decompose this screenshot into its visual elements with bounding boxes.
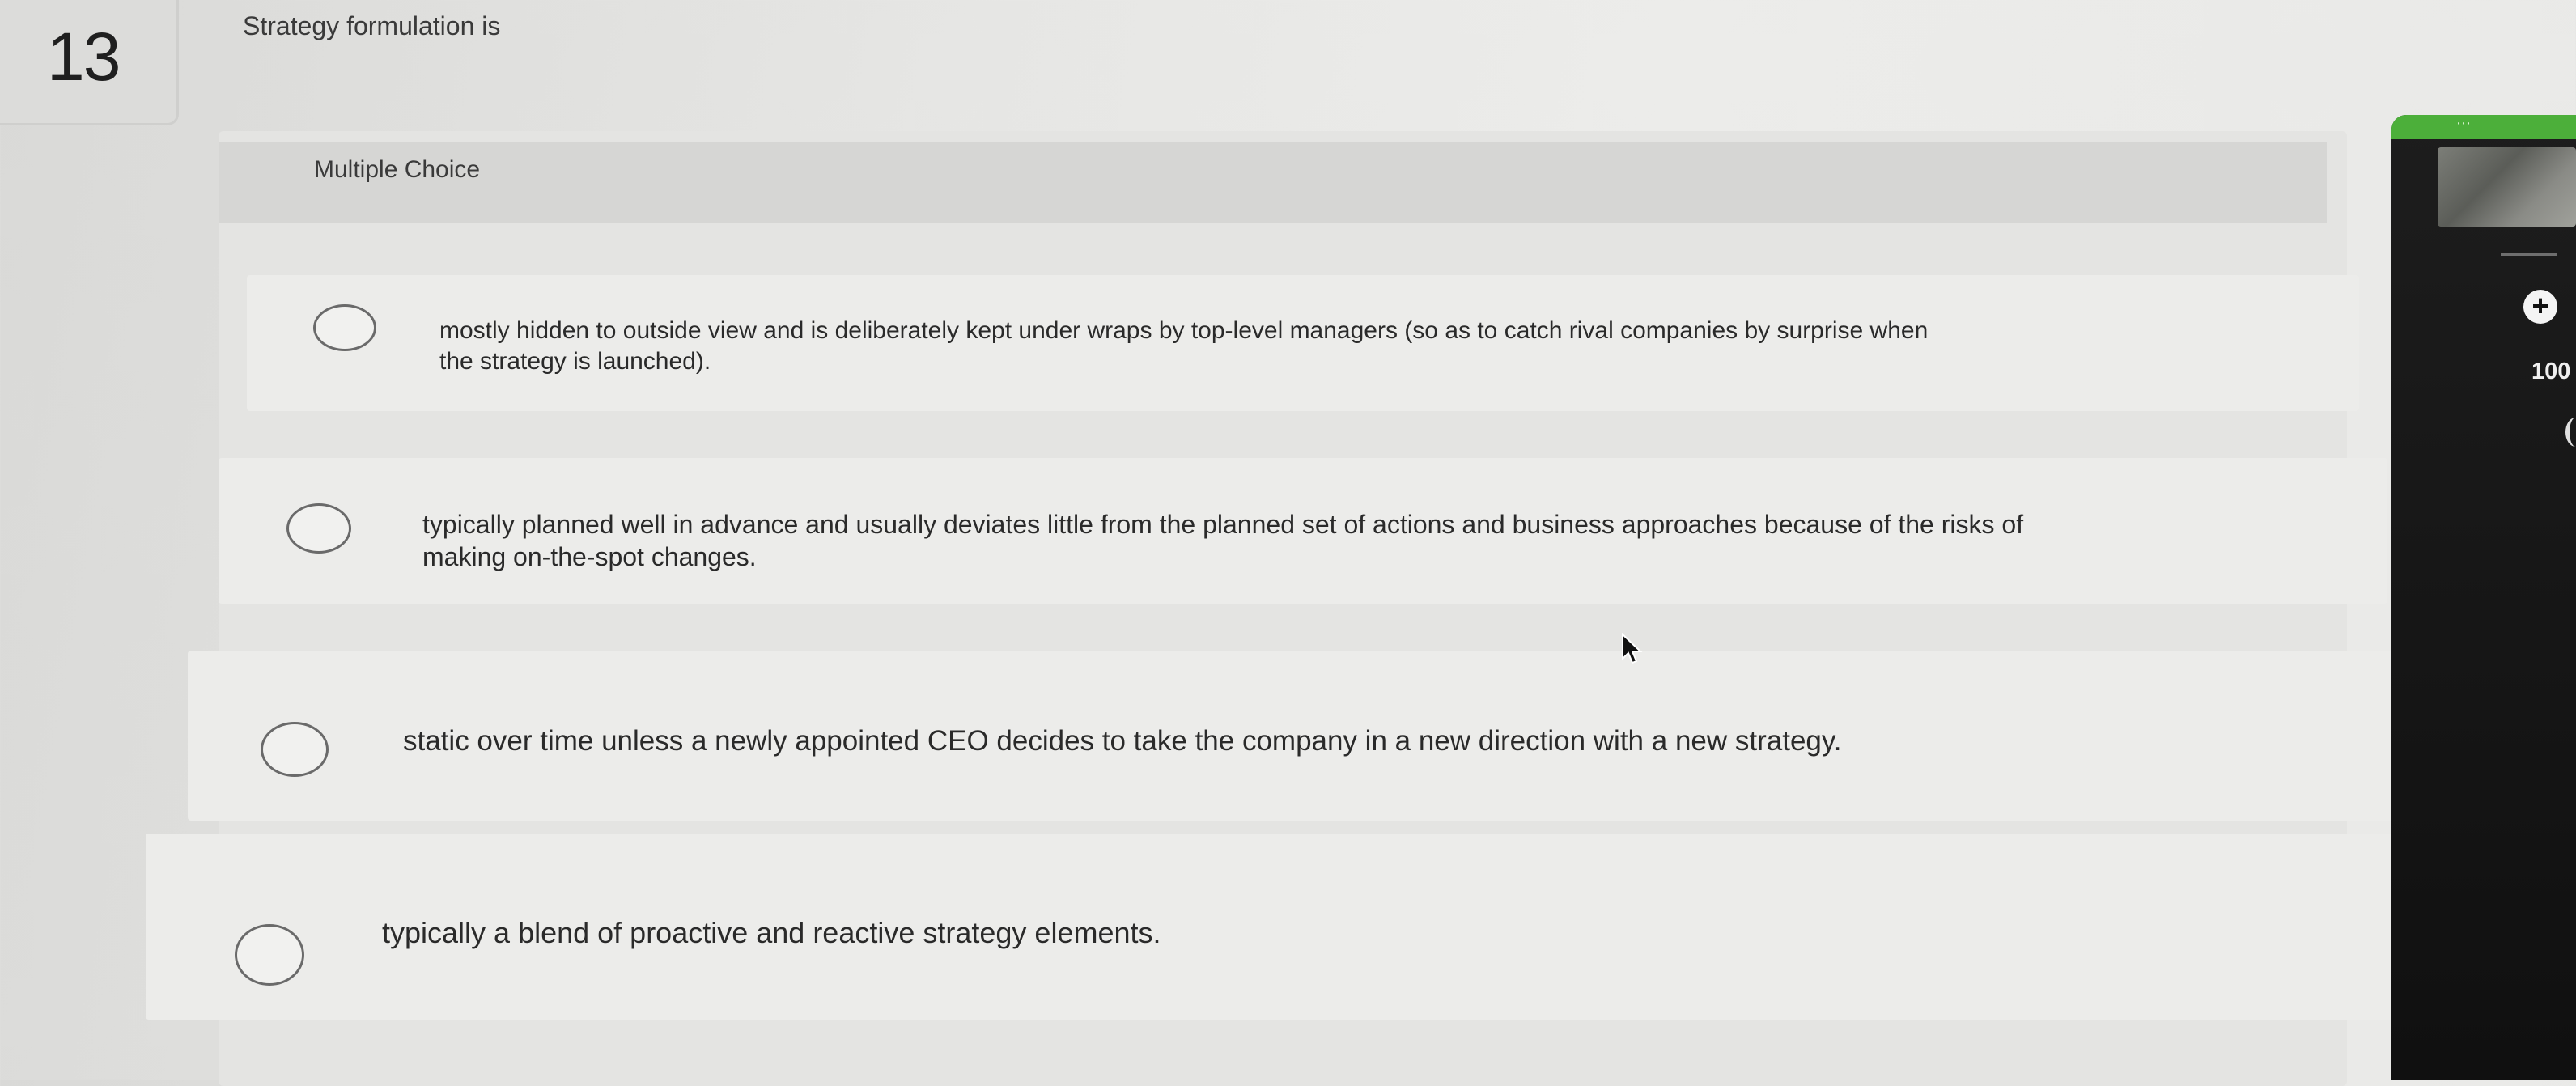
radio-button[interactable] bbox=[261, 722, 329, 777]
radio-button[interactable] bbox=[235, 924, 304, 986]
mouse-cursor-icon bbox=[1622, 633, 1643, 664]
answer-option-text-line: mostly hidden to outside view and is del… bbox=[439, 317, 1929, 344]
answer-option-text-line: making on-the-spot changes. bbox=[422, 542, 757, 571]
answer-option-text: typically planned well in advance and us… bbox=[422, 508, 2023, 573]
answer-option-text-line: the strategy is launched). bbox=[439, 347, 711, 375]
answer-option-text: static over time unless a newly appointe… bbox=[403, 723, 1842, 759]
side-panel-drag-handle[interactable] bbox=[2391, 115, 2576, 139]
answer-option-text: typically a blend of proactive and react… bbox=[382, 914, 1161, 951]
answer-option[interactable]: typically a blend of proactive and react… bbox=[146, 834, 2412, 1020]
plus-circle-icon[interactable]: + bbox=[2523, 290, 2557, 324]
drag-handle-icon: ⋯ bbox=[2456, 115, 2472, 131]
radio-button[interactable] bbox=[286, 503, 351, 554]
question-type-label: Multiple Choice bbox=[314, 156, 481, 183]
answer-option-text: mostly hidden to outside view and is del… bbox=[439, 316, 1928, 376]
answer-option-text-line: static over time unless a newly appointe… bbox=[403, 725, 1842, 757]
side-panel bbox=[2391, 115, 2576, 1080]
question-prompt: Strategy formulation is bbox=[243, 11, 501, 40]
answer-option-text-line: typically a blend of proactive and react… bbox=[382, 916, 1161, 949]
question-type-header bbox=[219, 142, 2327, 223]
video-thumbnail[interactable] bbox=[2438, 147, 2576, 227]
question-number: 13 bbox=[47, 19, 121, 95]
zoom-level: 100 bbox=[2531, 358, 2571, 384]
answer-option-text-line: typically planned well in advance and us… bbox=[422, 510, 2024, 539]
answer-option[interactable]: typically planned well in advance and us… bbox=[219, 458, 2387, 604]
radio-button[interactable] bbox=[313, 304, 376, 351]
divider bbox=[2501, 253, 2557, 256]
answer-option[interactable]: static over time unless a newly appointe… bbox=[188, 651, 2421, 821]
answer-option[interactable]: mostly hidden to outside view and is del… bbox=[247, 275, 2359, 411]
